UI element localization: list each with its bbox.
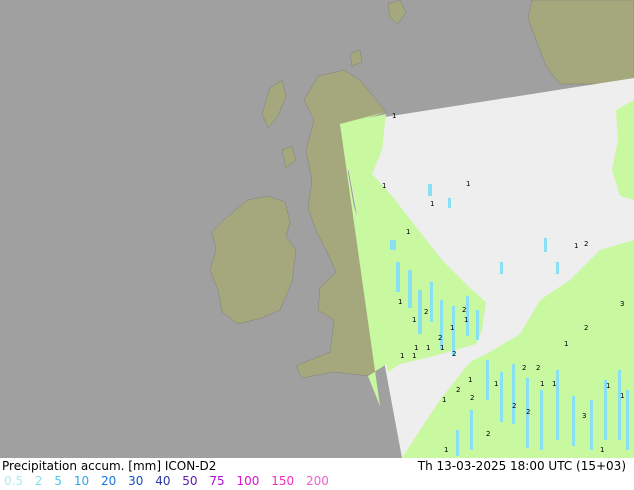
precip-value: 1 — [442, 396, 446, 404]
precip-value: 2 — [452, 350, 456, 358]
legend-item: 30 — [128, 474, 144, 488]
legend-item: 75 — [209, 474, 225, 488]
precip-value: 2 — [486, 430, 490, 438]
precip-value: 1 — [494, 380, 498, 388]
precip-value: 1 — [392, 112, 396, 120]
precip-value: 2 — [456, 386, 460, 394]
precip-value: 2 — [512, 402, 516, 410]
map-title: Precipitation accum. [mm] ICON-D2 — [2, 459, 217, 473]
precip-value: 1 — [430, 200, 434, 208]
precip-value: 2 — [438, 334, 442, 342]
precip-value: 1 — [574, 242, 578, 250]
legend-item: 150 — [271, 474, 295, 488]
precip-value: 1 — [564, 340, 568, 348]
precip-value: 1 — [450, 324, 454, 332]
legend-item: 40 — [155, 474, 171, 488]
precip-value: 2 — [462, 306, 466, 314]
precip-value: 3 — [620, 300, 624, 308]
precip-value: 2 — [536, 364, 540, 372]
precip-value: 1 — [552, 380, 556, 388]
precip-value: 1 — [382, 182, 386, 190]
legend-item: 5 — [54, 474, 63, 488]
legend-item: 2 — [34, 474, 43, 488]
legend-item: 20 — [100, 474, 117, 488]
precip-value: 1 — [444, 446, 448, 454]
legend-item: 100 — [236, 474, 260, 488]
legend-item: 200 — [305, 474, 329, 488]
legend-item: 0.5 — [4, 474, 24, 488]
precip-value: 2 — [584, 324, 588, 332]
precip-value: 1 — [466, 180, 470, 188]
precip-value: 2 — [424, 308, 428, 316]
legend-item: 10 — [73, 474, 90, 488]
precip-value: 1 — [600, 446, 604, 454]
precip-value: 1 — [426, 344, 430, 352]
color-legend: 0.5 2 5 10 20 30 40 50 75 100 150 200 — [4, 474, 337, 488]
precip-value: 1 — [398, 298, 402, 306]
precip-value: 2 — [522, 364, 526, 372]
forecast-time: Th 13-03-2025 18:00 UTC (15+03) — [417, 459, 626, 473]
precip-value: 1 — [620, 392, 624, 400]
precip-value: 1 — [412, 316, 416, 324]
precip-value: 1 — [406, 228, 410, 236]
precip-value: 2 — [470, 394, 474, 402]
precip-value: 1 — [468, 376, 472, 384]
precip-value: 1 — [606, 382, 610, 390]
precipitation-map: 1 1 1 1 1 2 1 2 1 2 1 1 2 1 1 1 1 2 1 1 … — [0, 0, 634, 458]
legend-item: 50 — [182, 474, 198, 488]
map-footer: Precipitation accum. [mm] ICON-D2 Th 13-… — [0, 458, 634, 490]
precip-value: 2 — [584, 240, 588, 248]
precip-value: 1 — [400, 352, 404, 360]
precip-value: 1 — [440, 344, 444, 352]
precip-value: 3 — [582, 412, 586, 420]
precip-value: 2 — [526, 408, 530, 416]
precip-value: 1 — [464, 316, 468, 324]
precip-value: 1 — [540, 380, 544, 388]
precip-value: 1 — [414, 344, 418, 352]
precip-value: 1 — [412, 352, 416, 360]
